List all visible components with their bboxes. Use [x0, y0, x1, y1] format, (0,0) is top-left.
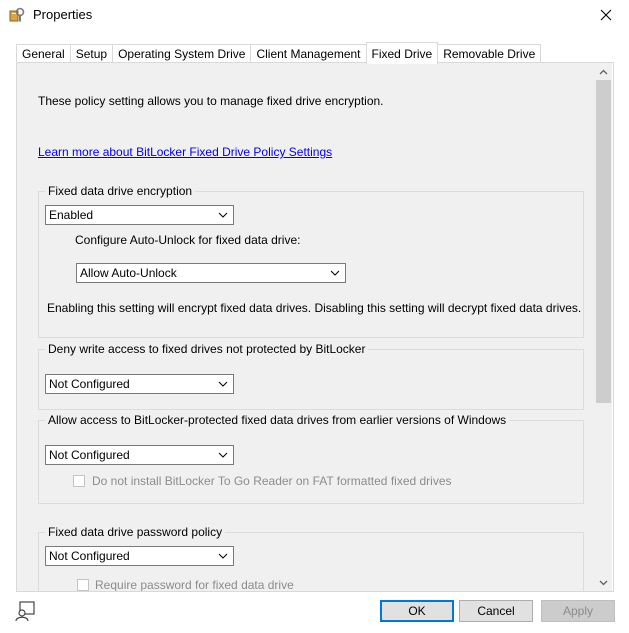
auto-unlock-label: Configure Auto-Unlock for fixed data dri… [75, 233, 301, 247]
earlier-versions-select[interactable]: Not Configured [45, 445, 234, 465]
chevron-down-icon [218, 212, 228, 218]
password-policy-select[interactable]: Not Configured [45, 546, 234, 566]
user-settings-icon[interactable] [14, 600, 36, 622]
auto-unlock-select[interactable]: Allow Auto-Unlock [76, 263, 346, 283]
ok-button[interactable]: OK [380, 600, 454, 622]
deny-write-select-value: Not Configured [49, 377, 130, 391]
deny-write-group-title: Deny write access to fixed drives not pr… [45, 342, 369, 356]
tab-strip: General Setup Operating System Drive Cli… [16, 42, 542, 64]
cancel-button[interactable]: Cancel [459, 600, 533, 622]
window-title: Properties [33, 7, 93, 22]
require-password-checkbox-label: Require password for fixed data drive [95, 578, 294, 591]
earlier-versions-group-title: Allow access to BitLocker-protected fixe… [45, 413, 510, 427]
fat-reader-checkbox[interactable] [73, 475, 85, 487]
scroll-up-button[interactable] [595, 63, 612, 80]
scrollbar-thumb[interactable] [596, 80, 611, 403]
password-policy-group-title: Fixed data drive password policy [45, 525, 226, 539]
close-icon [600, 9, 612, 21]
learn-more-link[interactable]: Learn more about BitLocker Fixed Drive P… [38, 145, 332, 159]
fat-reader-checkbox-label: Do not install BitLocker To Go Reader on… [92, 474, 452, 488]
require-password-checkbox[interactable] [77, 579, 89, 591]
scroll-down-button[interactable] [595, 574, 612, 591]
encryption-note: Enabling this setting will encrypt fixed… [47, 301, 582, 315]
close-button[interactable] [583, 0, 629, 30]
chevron-down-icon [330, 270, 340, 276]
chevron-down-icon [599, 580, 608, 585]
vertical-scrollbar[interactable] [595, 63, 612, 591]
chevron-up-icon [599, 69, 608, 74]
tab-client-management[interactable]: Client Management [250, 44, 367, 63]
properties-app-icon [8, 6, 26, 24]
intro-text: These policy setting allows you to manag… [38, 94, 384, 108]
tab-fixed-drive[interactable]: Fixed Drive [365, 42, 439, 64]
password-policy-select-value: Not Configured [49, 549, 130, 563]
tab-setup[interactable]: Setup [69, 44, 114, 63]
auto-unlock-select-value: Allow Auto-Unlock [80, 266, 177, 280]
encryption-select[interactable]: Enabled [45, 205, 234, 225]
tab-operating-system-drive[interactable]: Operating System Drive [112, 44, 252, 63]
encryption-group-title: Fixed data drive encryption [45, 184, 196, 198]
earlier-versions-select-value: Not Configured [49, 448, 130, 462]
tab-general[interactable]: General [16, 44, 71, 63]
tab-removable-drive[interactable]: Removable Drive [437, 44, 542, 63]
title-bar: Properties [0, 0, 629, 30]
apply-button[interactable]: Apply [541, 600, 615, 622]
deny-write-select[interactable]: Not Configured [45, 374, 234, 394]
chevron-down-icon [218, 553, 228, 559]
fixed-drive-settings-content: These policy setting allows you to manag… [17, 63, 595, 591]
encryption-select-value: Enabled [49, 208, 94, 222]
chevron-down-icon [218, 381, 228, 387]
chevron-down-icon [218, 452, 228, 458]
